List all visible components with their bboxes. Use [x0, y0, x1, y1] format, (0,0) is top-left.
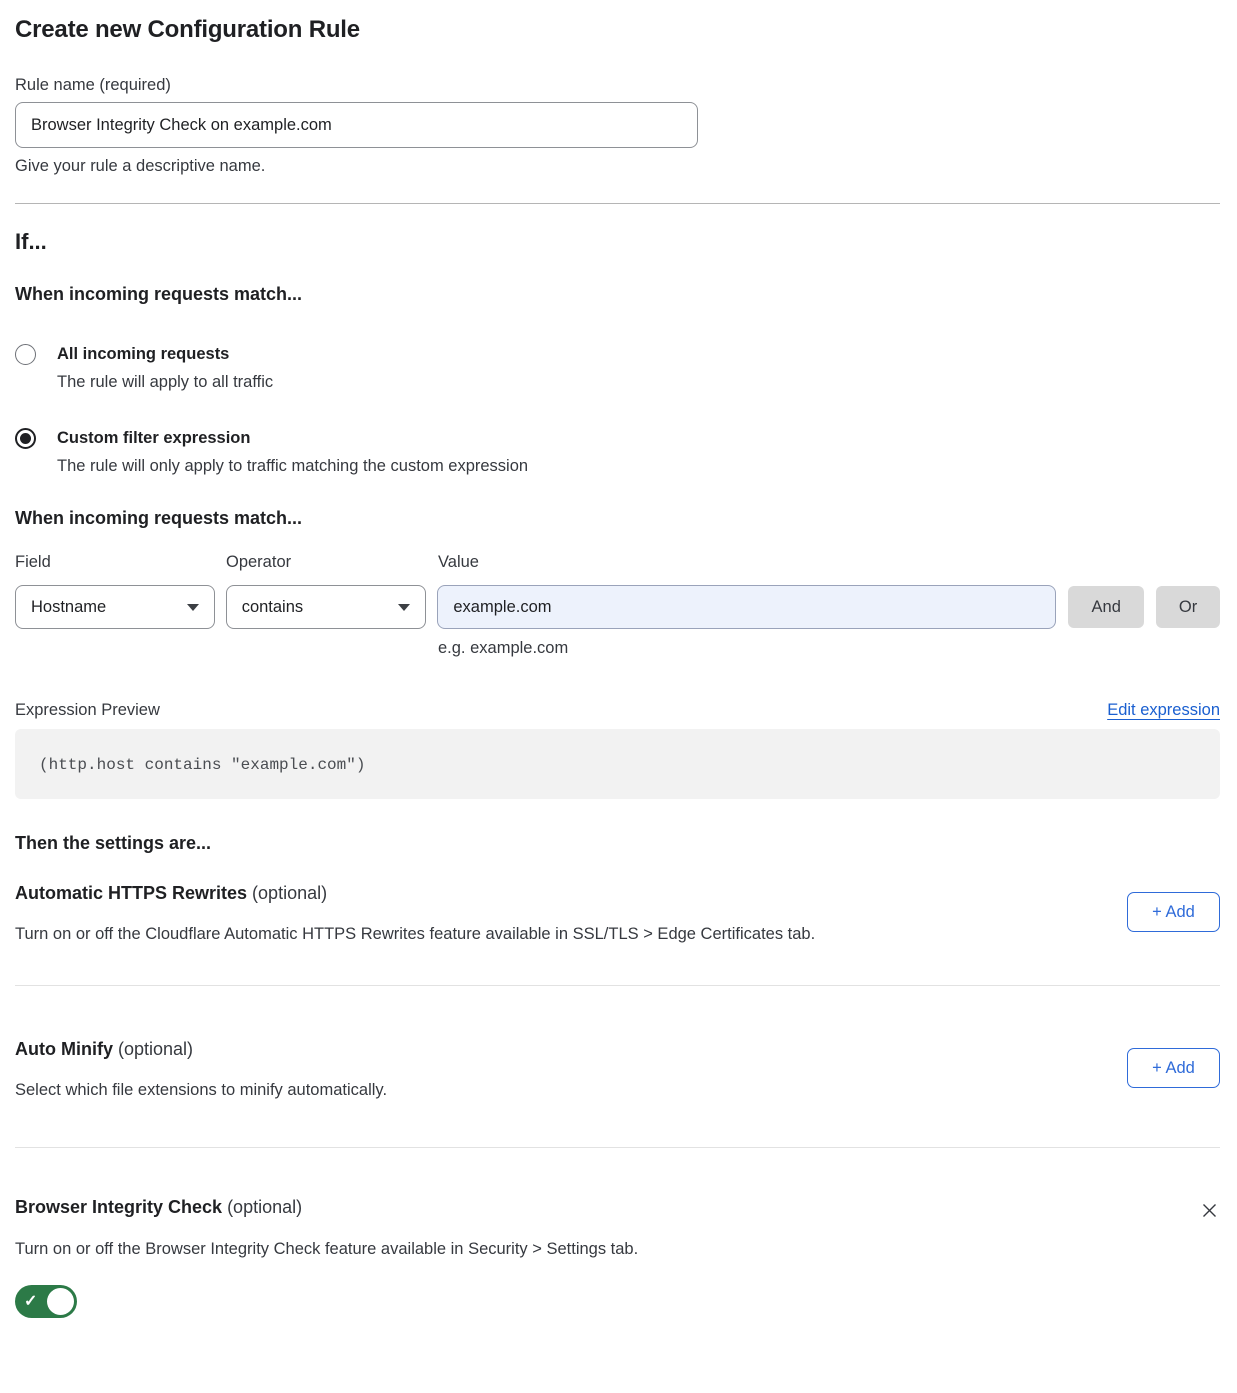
radio-option-all-incoming-requests[interactable]: All incoming requests The rule will appl…: [15, 343, 1220, 393]
checkmark-icon: ✓: [24, 1294, 37, 1310]
operator-select[interactable]: contains: [226, 585, 427, 629]
radio-option-label: All incoming requests: [57, 343, 273, 365]
radio-option-description: The rule will only apply to traffic matc…: [57, 455, 528, 477]
section-divider: [15, 203, 1220, 204]
expression-preview-code: (http.host contains "example.com"): [15, 729, 1220, 799]
operator-column-label: Operator: [226, 551, 427, 573]
settings-heading: Then the settings are...: [15, 833, 1220, 854]
field-column-label: Field: [15, 551, 215, 573]
setting-text: Auto Minify (optional) Select which file…: [15, 1038, 387, 1101]
expression-builder-labels: Field Operator Value: [15, 551, 1220, 573]
value-column-label: Value: [438, 551, 1058, 573]
close-icon[interactable]: [1198, 1199, 1220, 1221]
setting-automatic-https-rewrites: Automatic HTTPS Rewrites (optional) Turn…: [15, 882, 1220, 945]
and-button[interactable]: And: [1068, 586, 1144, 628]
radio-option-custom-filter-expression[interactable]: Custom filter expression The rule will o…: [15, 427, 1220, 477]
setting-optional-tag: (optional): [222, 1197, 302, 1217]
setting-optional-tag: (optional): [247, 883, 327, 903]
page-title: Create new Configuration Rule: [15, 16, 1220, 44]
expression-preview-header: Expression Preview Edit expression: [15, 701, 1220, 720]
add-automatic-https-rewrites-button[interactable]: + Add: [1127, 892, 1220, 932]
setting-title: Auto Minify: [15, 1039, 113, 1059]
setting-browser-integrity-check: Browser Integrity Check (optional) Turn …: [15, 1196, 1220, 1323]
rule-name-label: Rule name (required): [15, 74, 1220, 96]
field-select[interactable]: Hostname: [15, 585, 215, 629]
setting-auto-minify: Auto Minify (optional) Select which file…: [15, 1038, 1220, 1101]
radio-selected-icon[interactable]: [15, 428, 36, 449]
setting-description: Select which file extensions to minify a…: [15, 1079, 387, 1101]
edit-expression-link[interactable]: Edit expression: [1107, 701, 1220, 720]
setting-title: Automatic HTTPS Rewrites: [15, 883, 247, 903]
radio-option-label: Custom filter expression: [57, 427, 528, 449]
match-heading-2: When incoming requests match...: [15, 508, 1220, 529]
setting-divider: [15, 1147, 1220, 1148]
radio-option-text: All incoming requests The rule will appl…: [57, 343, 273, 393]
rule-name-help: Give your rule a descriptive name.: [15, 155, 1220, 177]
toggle-knob: [47, 1288, 74, 1315]
radio-option-text: Custom filter expression The rule will o…: [57, 427, 528, 477]
chevron-down-icon: [187, 604, 199, 611]
setting-text: Browser Integrity Check (optional) Turn …: [15, 1196, 1220, 1323]
radio-icon[interactable]: [15, 344, 36, 365]
match-heading-1: When incoming requests match...: [15, 284, 1220, 305]
or-button[interactable]: Or: [1156, 586, 1220, 628]
setting-text: Automatic HTTPS Rewrites (optional) Turn…: [15, 882, 815, 945]
rule-name-input[interactable]: [15, 102, 698, 148]
value-help-text: e.g. example.com: [438, 637, 1220, 659]
if-heading: If...: [15, 229, 1220, 255]
rule-name-group: Rule name (required) Give your rule a de…: [15, 74, 1220, 177]
expression-builder-row: Hostname contains And Or: [15, 585, 1220, 629]
expression-preview-label: Expression Preview: [15, 701, 160, 720]
expression-code-text: (http.host contains "example.com"): [39, 756, 365, 774]
field-select-value: Hostname: [31, 598, 106, 617]
operator-select-value: contains: [242, 598, 303, 617]
setting-title: Browser Integrity Check: [15, 1197, 222, 1217]
setting-optional-tag: (optional): [113, 1039, 193, 1059]
chevron-down-icon: [398, 604, 410, 611]
radio-option-description: The rule will apply to all traffic: [57, 371, 273, 393]
setting-divider: [15, 985, 1220, 986]
add-auto-minify-button[interactable]: + Add: [1127, 1048, 1220, 1088]
browser-integrity-check-toggle[interactable]: ✓: [15, 1285, 77, 1318]
setting-description: Turn on or off the Browser Integrity Che…: [15, 1238, 1220, 1260]
value-input[interactable]: [437, 585, 1056, 629]
setting-description: Turn on or off the Cloudflare Automatic …: [15, 923, 815, 945]
